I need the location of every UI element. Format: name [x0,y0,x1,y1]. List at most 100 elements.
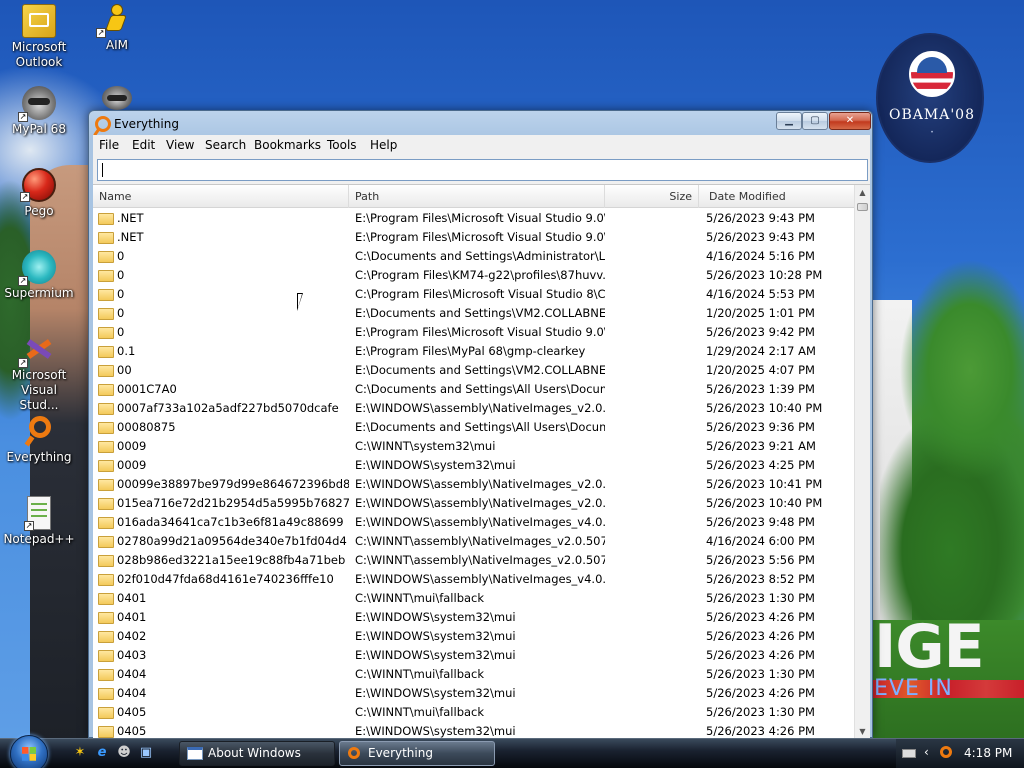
cell-path: E:\Program Files\Microsoft Visual Studio… [355,325,605,339]
cell-name: 028b986ed3221a15ee19c88fb4a71beb [117,553,346,567]
column-header-row: Name Path Size Date Modified [93,185,854,208]
menu-search[interactable]: Search [205,138,246,152]
aim-icon[interactable]: ✶ [72,745,88,761]
table-row[interactable]: 0007af733a102a5adf227bd5070dcafe E:\WINDO… [93,399,854,418]
cell-date-modified: 4/16/2024 5:16 PM [706,249,815,263]
column-header-size[interactable]: Size [605,185,699,208]
minimize-button[interactable]: ▁ [776,112,802,130]
desktop-icon-supermium[interactable]: ↗ Supermium [0,250,78,301]
cell-date-modified: 5/26/2023 9:36 PM [706,420,815,434]
folder-icon [98,688,114,700]
shortcut-arrow-icon: ↗ [24,521,34,531]
table-row[interactable]: 0405 C:\WINNT\mui\fallback 5/26/2023 1:30 … [93,703,854,722]
table-row[interactable]: 0404 E:\WINDOWS\system32\mui 5/26/2023 4:2… [93,684,854,703]
window-icon [187,747,203,760]
menu-help[interactable]: Help [370,138,397,152]
folder-icon [98,232,114,244]
column-header-path[interactable]: Path [349,185,605,208]
column-header-date-modified[interactable]: Date Modified [699,185,854,208]
cell-name: 00080875 [117,420,176,434]
table-row[interactable]: 0009 E:\WINDOWS\system32\mui 5/26/2023 4:2… [93,456,854,475]
table-row[interactable]: 0001C7A0 C:\Documents and Settings\All Us… [93,380,854,399]
close-button[interactable]: ✕ [829,112,871,130]
menu-view[interactable]: View [166,138,194,152]
table-row[interactable]: 0402 E:\WINDOWS\system32\mui 5/26/2023 4:2… [93,627,854,646]
folder-icon [98,517,114,529]
cell-name: 0001C7A0 [117,382,177,396]
table-row[interactable]: 0 E:\Program Files\Microsoft Visual Studi… [93,323,854,342]
keyboard-icon[interactable] [902,749,916,758]
desktop-icon-notepadpp[interactable]: ↗ Notepad++ [0,496,78,547]
table-row[interactable]: 02f010d47fda68d4161e740236fffe10 E:\WINDO… [93,570,854,589]
desktop-icon-visual-studio[interactable]: ↗ Microsoft Visual Stud... [0,332,78,413]
desktop-icon-outlook[interactable]: Microsoft Outlook [0,4,78,70]
search-input[interactable] [97,159,868,181]
menu-file[interactable]: File [99,138,119,152]
table-row[interactable]: 0401 E:\WINDOWS\system32\mui 5/26/2023 4:2… [93,608,854,627]
maximize-button[interactable]: ▢ [802,112,828,130]
cell-name: 0 [117,325,125,339]
cell-path: E:\WINDOWS\system32\mui [355,458,516,472]
shortcut-arrow-icon: ↗ [18,276,28,286]
menu-bookmarks[interactable]: Bookmarks [254,138,321,152]
aim-running-man-icon: ↗ [96,2,134,38]
folder-icon [98,213,114,225]
table-row[interactable]: 00099e38897be979d99e864672396bd8 E:\WINDO… [93,475,854,494]
folder-icon [98,289,114,301]
internet-explorer-icon[interactable]: e [94,745,110,761]
start-button[interactable] [10,735,48,768]
folder-icon [98,441,114,453]
show-desktop-icon[interactable]: ▣ [138,745,154,761]
scroll-up-arrow-icon[interactable]: ▲ [855,185,870,201]
cell-name: 0 [117,287,125,301]
desktop-icon-label: Notepad++ [3,532,75,546]
folder-icon [98,251,114,263]
table-row[interactable]: 0404 C:\WINNT\mui\fallback 5/26/2023 1:30 … [93,665,854,684]
table-row[interactable]: 0 C:\Program Files\KM74-g22\profiles\87hu… [93,266,854,285]
table-row[interactable]: 02780a99d21a09564de340e7b1fd04d4 C:\WINNT… [93,532,854,551]
table-row[interactable]: 016ada34641ca7c1b3e6f81a49c88699 E:\WINDO… [93,513,854,532]
folder-icon [98,707,114,719]
menu-tools[interactable]: Tools [327,138,357,152]
taskbar-button-everything[interactable]: Everything [339,741,495,766]
outlook-icon [22,4,56,38]
cell-date-modified: 1/29/2024 2:17 AM [706,344,816,358]
cell-date-modified: 5/26/2023 9:43 PM [706,230,815,244]
menu-edit[interactable]: Edit [132,138,155,152]
table-row[interactable]: 0401 C:\WINNT\mui\fallback 5/26/2023 1:30 … [93,589,854,608]
desktop-icon-everything[interactable]: Everything [0,414,78,465]
pego-red-ball-icon: ↗ [20,168,56,202]
desktop-icon-pego[interactable]: ↗ Pego [0,168,78,219]
mypal-icon[interactable]: ☻ [116,745,132,761]
folder-icon [98,327,114,339]
table-row[interactable]: 0 C:\Documents and Settings\Administrator… [93,247,854,266]
clock[interactable]: 4:18 PM [964,746,1012,760]
everything-tray-icon[interactable] [940,746,952,758]
table-row[interactable]: 015ea716e72d21b2954d5a5995b76827 E:\WINDO… [93,494,854,513]
taskbar-button-about-windows[interactable]: About Windows [179,741,335,766]
desktop-icon-mypal[interactable]: ↗ MyPal 68 [0,86,78,137]
table-row[interactable]: 0403 E:\WINDOWS\system32\mui 5/26/2023 4:2… [93,646,854,665]
window-titlebar[interactable]: Everything ▁ ▢ ✕ [89,111,872,137]
table-row[interactable]: 0009 C:\WINNT\system32\mui 5/26/2023 9:21 … [93,437,854,456]
cell-name: 0401 [117,610,147,624]
table-row[interactable]: 0 C:\Program Files\Microsoft Visual Studi… [93,285,854,304]
column-header-name[interactable]: Name [93,185,349,208]
chevron-left-icon[interactable]: ‹ [924,745,929,759]
table-row[interactable]: 0 E:\Documents and Settings\VM2.COLLABNE.… [93,304,854,323]
desktop-icon-aim[interactable]: ↗ AIM [78,2,156,53]
folder-icon [98,726,114,738]
desktop-icon-mypal-2[interactable] [78,86,156,112]
table-row[interactable]: 00080875 E:\Documents and Settings\All Us… [93,418,854,437]
table-row[interactable]: .NET E:\Program Files\Microsoft Visual St… [93,228,854,247]
cell-date-modified: 5/26/2023 5:56 PM [706,553,815,567]
cell-path: E:\Program Files\Microsoft Visual Studio… [355,230,605,244]
cell-path: E:\WINDOWS\system32\mui [355,610,516,624]
table-row[interactable]: 00 E:\Documents and Settings\VM2.COLLABNE… [93,361,854,380]
folder-icon [98,498,114,510]
vertical-scrollbar[interactable]: ▲ ▼ [854,185,870,740]
scrollbar-thumb[interactable] [857,203,868,211]
table-row[interactable]: 0.1 E:\Program Files\MyPal 68\gmp-clearke… [93,342,854,361]
table-row[interactable]: 028b986ed3221a15ee19c88fb4a71beb C:\WINNT… [93,551,854,570]
table-row[interactable]: .NET E:\Program Files\Microsoft Visual St… [93,209,854,228]
